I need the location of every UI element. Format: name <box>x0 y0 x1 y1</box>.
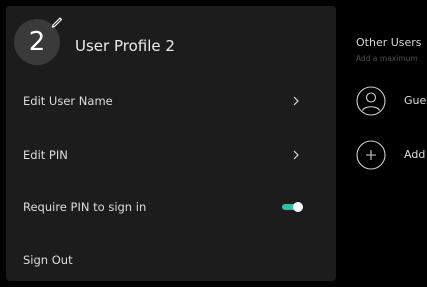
sign-out-label: Sign Out <box>23 253 73 267</box>
edit-pin-label: Edit PIN <box>23 148 68 162</box>
pencil-icon[interactable] <box>50 14 64 28</box>
chevron-right-icon <box>293 96 299 106</box>
other-users-title: Other Users <box>356 36 422 49</box>
profile-name: User Profile 2 <box>75 37 175 55</box>
profile-panel: 2 User Profile 2 Edit User Name Edit PIN… <box>6 6 336 281</box>
require-pin-item[interactable]: Require PIN to sign in <box>6 187 336 227</box>
chevron-right-icon <box>293 150 299 160</box>
sign-out-item[interactable]: Sign Out <box>6 240 336 280</box>
add-user-item[interactable]: Add <box>336 135 427 175</box>
profile-header: 2 User Profile 2 <box>6 6 336 65</box>
edit-user-name-label: Edit User Name <box>23 94 113 108</box>
other-users-panel: Other Users Add a maximum Gue Add <box>336 6 427 281</box>
require-pin-label: Require PIN to sign in <box>23 200 147 214</box>
require-pin-toggle[interactable] <box>282 201 304 213</box>
guest-user-label: Gue <box>404 94 427 107</box>
add-user-label: Add <box>404 148 426 161</box>
user-profile-screen: 2 User Profile 2 Edit User Name Edit PIN… <box>0 0 427 287</box>
toggle-knob <box>293 202 303 212</box>
user-avatar-icon <box>356 86 386 116</box>
other-users-subtitle: Add a maximum <box>356 54 418 63</box>
edit-pin-item[interactable]: Edit PIN <box>6 135 336 175</box>
edit-user-name-item[interactable]: Edit User Name <box>6 81 336 121</box>
guest-user-item[interactable]: Gue <box>336 81 427 121</box>
plus-circle-icon <box>356 140 386 170</box>
